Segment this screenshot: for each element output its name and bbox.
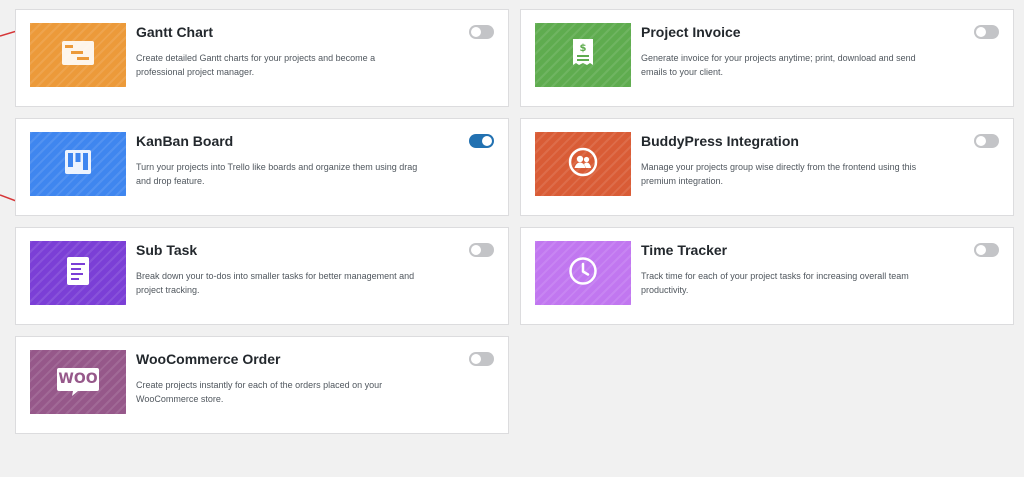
- module-description: Create projects instantly for each of th…: [136, 380, 383, 404]
- module-description: Manage your projects group wise directly…: [641, 162, 917, 186]
- subtask-icon: [66, 256, 90, 291]
- module-card-kanban-board: KanBan Board Turn your projects into Tre…: [15, 118, 509, 216]
- module-thumb: [30, 241, 126, 305]
- kanban-board-icon: [64, 149, 92, 180]
- module-thumb: WOO: [30, 350, 126, 414]
- module-thumb: [535, 132, 631, 196]
- module-toggle[interactable]: [469, 25, 494, 39]
- module-title: Project Invoice: [641, 24, 741, 40]
- module-description: Generate invoice for your projects anyti…: [641, 53, 916, 77]
- module-description: Create detailed Gantt charts for your pr…: [136, 53, 376, 77]
- module-toggle[interactable]: [469, 134, 494, 148]
- module-card-sub-task: Sub Task Break down your to-dos into sma…: [15, 227, 509, 325]
- module-title: Gantt Chart: [136, 24, 213, 40]
- buddypress-icon: [568, 147, 598, 182]
- module-toggle[interactable]: [974, 25, 999, 39]
- module-title: Time Tracker: [641, 242, 728, 258]
- module-card-time-tracker: Time Tracker Track time for each of your…: [520, 227, 1014, 325]
- module-card-gantt-chart: Gantt Chart Create detailed Gantt charts…: [15, 9, 509, 107]
- woocommerce-icon: WOO: [56, 367, 100, 397]
- module-description: Break down your to-dos into smaller task…: [136, 271, 415, 295]
- module-title: BuddyPress Integration: [641, 133, 799, 149]
- module-card-woocommerce-order: WOO WooCommerce Order Create projects in…: [15, 336, 509, 434]
- module-description: Track time for each of your project task…: [641, 271, 909, 295]
- module-toggle[interactable]: [469, 352, 494, 366]
- gantt-chart-icon: [61, 40, 95, 71]
- module-thumb: $: [535, 23, 631, 87]
- module-thumb: [535, 241, 631, 305]
- module-card-buddypress: BuddyPress Integration Manage your proje…: [520, 118, 1014, 216]
- module-toggle[interactable]: [974, 243, 999, 257]
- module-toggle[interactable]: [469, 243, 494, 257]
- module-title: Sub Task: [136, 242, 198, 258]
- module-thumb: [30, 132, 126, 196]
- module-thumb: [30, 23, 126, 87]
- module-title: WooCommerce Order: [136, 351, 281, 367]
- svg-text:$: $: [580, 43, 587, 54]
- module-toggle[interactable]: [974, 134, 999, 148]
- module-title: KanBan Board: [136, 133, 234, 149]
- invoice-icon: $: [572, 38, 594, 73]
- woocommerce-logo-text: WOO: [58, 371, 98, 387]
- module-card-project-invoice: $ Project Invoice Generate invoice for y…: [520, 9, 1014, 107]
- module-description: Turn your projects into Trello like boar…: [136, 162, 418, 186]
- clock-icon: [568, 256, 598, 291]
